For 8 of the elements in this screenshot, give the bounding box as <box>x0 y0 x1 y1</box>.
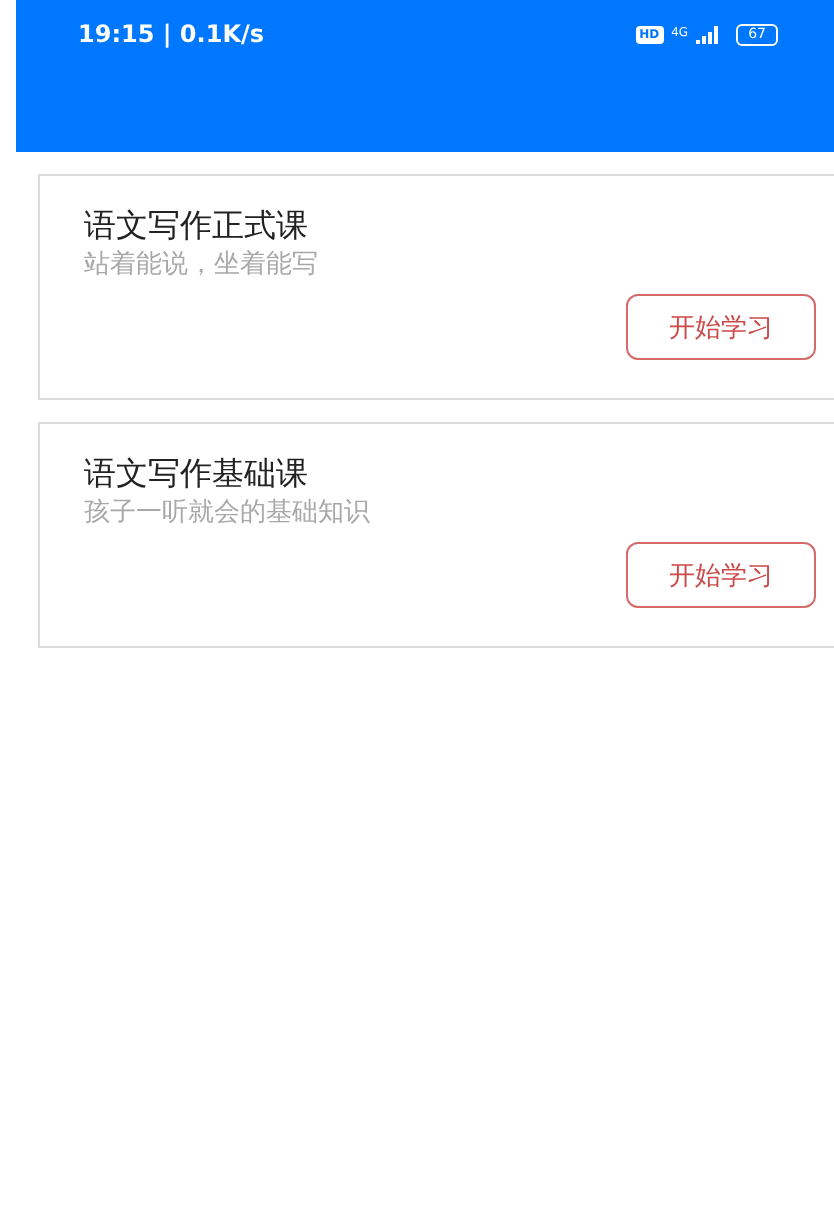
signal-icon <box>696 25 723 43</box>
start-learning-button[interactable]: 开始学习 <box>626 542 816 608</box>
course-subtitle: 站着能说，坐着能写 <box>84 248 320 282</box>
course-subtitle: 孩子一听就会的基础知识 <box>84 496 372 530</box>
status-time: 19:15 | 0.1K/s <box>78 20 265 48</box>
course-title: 语文写作基础课 <box>84 452 310 496</box>
start-learning-button[interactable]: 开始学习 <box>626 294 816 360</box>
course-title: 语文写作正式课 <box>84 204 310 248</box>
